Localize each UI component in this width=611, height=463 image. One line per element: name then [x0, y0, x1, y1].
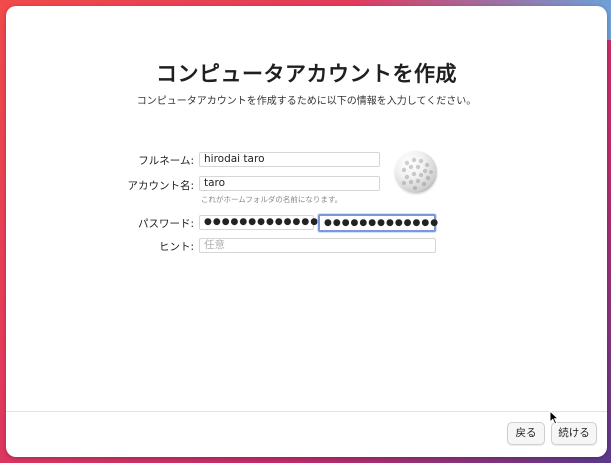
password-label: パスワード:	[137, 218, 194, 230]
account-name-hint: これがホームフォルダの名前になります。	[201, 195, 343, 204]
password-field[interactable]: ●●●●●●●●●●●●●	[199, 215, 318, 230]
setup-window: コンピュータアカウントを作成 コンピュータアカウントを作成するために以下の情報を…	[6, 6, 607, 457]
golf-ball-icon[interactable]	[395, 151, 437, 193]
mouse-pointer-icon	[549, 409, 560, 429]
full-name-label: フルネーム:	[138, 155, 194, 167]
full-name-field[interactable]: hirodai taro	[199, 152, 380, 167]
back-button[interactable]: 戻る	[507, 422, 545, 445]
password-verify-field[interactable]: ●●●●●●●●●●●●●	[318, 214, 438, 232]
hint-label: ヒント:	[158, 241, 194, 253]
page-subtitle: コンピュータアカウントを作成するために以下の情報を入力してください。	[136, 96, 477, 107]
page-title: コンピュータアカウントを作成	[156, 62, 457, 86]
footer-divider	[6, 411, 607, 412]
account-name-field[interactable]: taro	[199, 176, 380, 191]
hint-field[interactable]: 任意	[199, 238, 436, 253]
account-name-label: アカウント名:	[127, 180, 194, 192]
